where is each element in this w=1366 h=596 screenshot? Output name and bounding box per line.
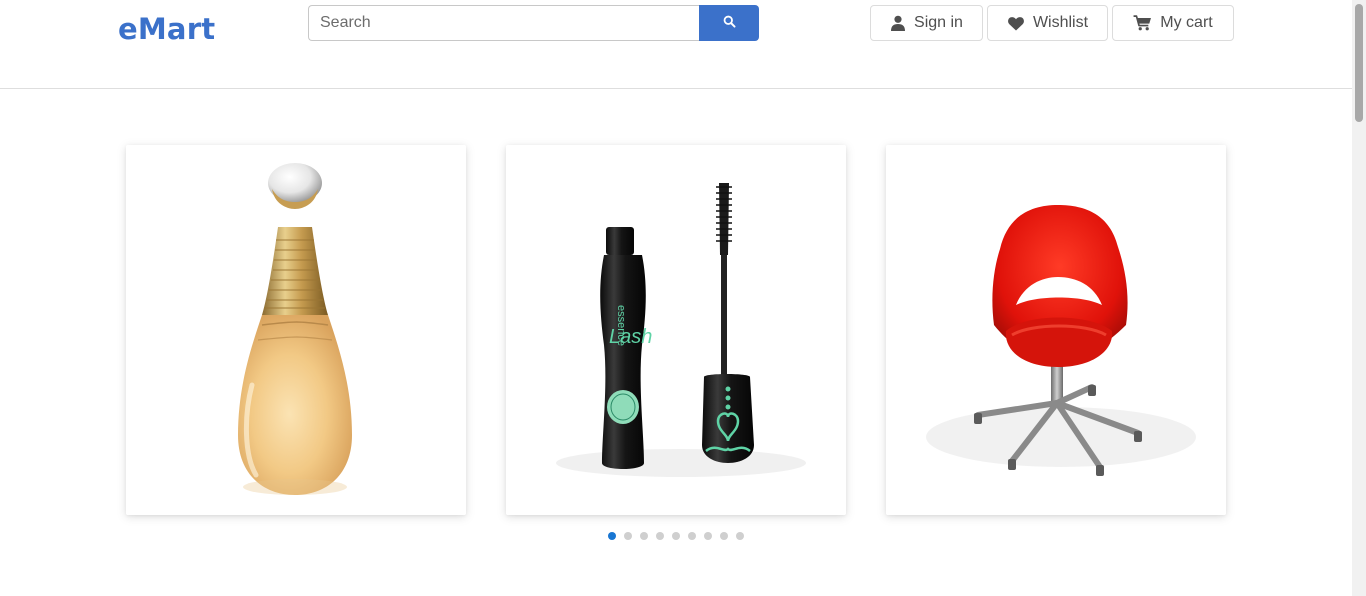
perfume-image (126, 145, 466, 515)
scrollbar-thumb[interactable] (1355, 4, 1363, 122)
carousel-dots (608, 532, 744, 540)
carousel-dot[interactable] (688, 532, 696, 540)
product-carousel: essence Lash (0, 90, 1352, 596)
carousel-dot[interactable] (608, 532, 616, 540)
carousel-dot[interactable] (720, 532, 728, 540)
carousel-dot[interactable] (640, 532, 648, 540)
cart-icon (1133, 15, 1152, 31)
header: eMart Sign in Wishlist My cart (0, 0, 1352, 89)
search-icon (723, 15, 736, 31)
vertical-scrollbar[interactable] (1352, 0, 1366, 596)
search-input[interactable] (308, 5, 699, 41)
mascara-image: essence Lash (506, 145, 846, 515)
product-card-mascara[interactable]: essence Lash (506, 145, 846, 515)
carousel-dot[interactable] (736, 532, 744, 540)
brand-logo[interactable]: eMart (118, 12, 215, 46)
carousel-dot[interactable] (704, 532, 712, 540)
user-icon (890, 15, 906, 31)
product-card-chair[interactable] (886, 145, 1226, 515)
search-button[interactable] (699, 5, 759, 41)
svg-text:Lash: Lash (609, 326, 652, 348)
product-card-perfume[interactable] (126, 145, 466, 515)
carousel-dot[interactable] (672, 532, 680, 540)
wishlist-button[interactable]: Wishlist (987, 5, 1108, 41)
sign-in-button[interactable]: Sign in (870, 5, 983, 41)
heart-icon (1007, 16, 1025, 31)
chair-image (886, 145, 1226, 515)
carousel-dot[interactable] (624, 532, 632, 540)
search-bar (308, 5, 759, 41)
my-cart-label: My cart (1160, 14, 1213, 31)
carousel-dot[interactable] (656, 532, 664, 540)
my-cart-button[interactable]: My cart (1112, 5, 1234, 41)
wishlist-label: Wishlist (1032, 14, 1089, 31)
sign-in-label: Sign in (914, 14, 963, 31)
